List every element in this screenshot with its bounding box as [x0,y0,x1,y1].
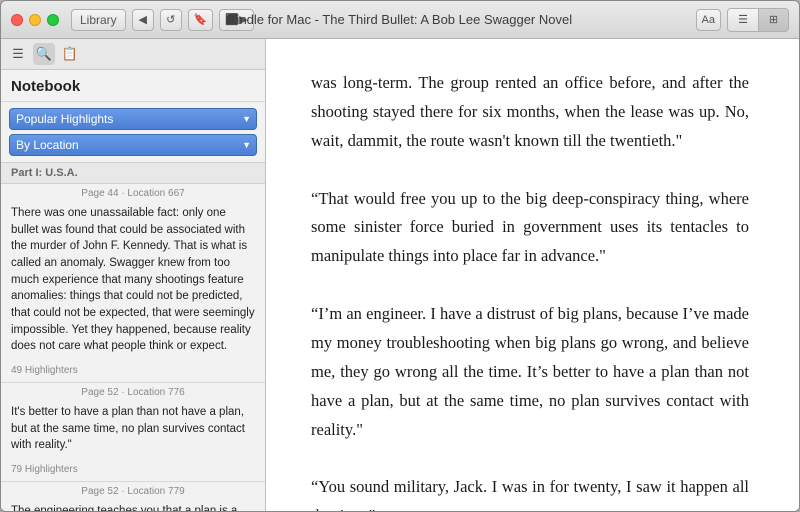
by-location-select[interactable]: By Location [9,134,257,156]
reading-pane[interactable]: was long-term. The group rented an offic… [266,39,799,511]
view-segment: ☰ ⊞ [727,8,789,32]
titlebar-controls: Library ◀ ↺ 🔖 ⬛▶ [71,9,254,31]
highlight-item-2[interactable]: Page 52 · Location 776 It's better to ha… [1,383,265,482]
by-location-dropdown[interactable]: By Location ▼ [9,134,257,156]
popular-highlights-dropdown[interactable]: Popular Highlights ▼ [9,108,257,130]
font-button[interactable]: Aa [696,9,721,31]
reading-paragraph-1: was long-term. The group rented an offic… [311,69,749,156]
close-button[interactable] [11,14,23,26]
view-controls: Aa ☰ ⊞ [696,8,789,32]
highlight-count-2: 79 Highlighters [1,462,265,481]
highlight-count-1: 49 Highlighters [1,363,265,382]
highlight-text-3: The engineering teaches you that a plan … [1,499,265,511]
highlight-item-3[interactable]: Page 52 · Location 779 The engineering t… [1,482,265,511]
highlight-text-2: It's better to have a plan than not have… [1,400,265,462]
reading-paragraph-2: “That would free you up to the big deep-… [311,156,749,272]
library-button[interactable]: Library [71,9,126,31]
traffic-lights [11,14,59,26]
sidebar-dropdowns: Popular Highlights ▼ By Location ▼ [1,102,265,163]
section-header: Part I: U.S.A. [1,163,265,184]
window-title: Kindle for Mac - The Third Bullet: A Bob… [228,12,572,27]
highlight-meta-3: Page 52 · Location 779 [1,482,265,499]
highlight-item-1[interactable]: Page 44 · Location 667 There was one una… [1,184,265,383]
sidebar: ☰ 🔍 📋 Notebook Popular Highlights ▼ By L… [1,39,266,511]
highlight-text-1: There was one unassailable fact: only on… [1,201,265,363]
highlights-list[interactable]: Page 44 · Location 667 There was one una… [1,184,265,511]
main-area: ☰ 🔍 📋 Notebook Popular Highlights ▼ By L… [1,39,799,511]
reading-paragraph-3: “I’m an engineer. I have a distrust of b… [311,271,749,444]
titlebar: Library ◀ ↺ 🔖 ⬛▶ Kindle for Mac - The Th… [1,1,799,39]
menu-icon[interactable]: ☰ [7,43,29,65]
bookmark-button[interactable]: 🔖 [188,9,214,31]
reading-paragraph-4: “You sound military, Jack. I was in for … [311,444,749,511]
minimize-button[interactable] [29,14,41,26]
app-window: Library ◀ ↺ 🔖 ⬛▶ Kindle for Mac - The Th… [0,0,800,512]
popular-highlights-select[interactable]: Popular Highlights [9,108,257,130]
highlight-meta-1: Page 44 · Location 667 [1,184,265,201]
sidebar-toolbar: ☰ 🔍 📋 [1,39,265,70]
single-page-view[interactable]: ☰ [728,9,758,31]
note-icon[interactable]: 📋 [59,43,81,65]
two-page-view[interactable]: ⊞ [758,9,788,31]
maximize-button[interactable] [47,14,59,26]
notebook-title: Notebook [1,70,265,102]
back-button[interactable]: ◀ [132,9,154,31]
refresh-button[interactable]: ↺ [160,9,182,31]
reading-text: was long-term. The group rented an offic… [311,69,749,511]
search-icon[interactable]: 🔍 [33,43,55,65]
highlight-meta-2: Page 52 · Location 776 [1,383,265,400]
